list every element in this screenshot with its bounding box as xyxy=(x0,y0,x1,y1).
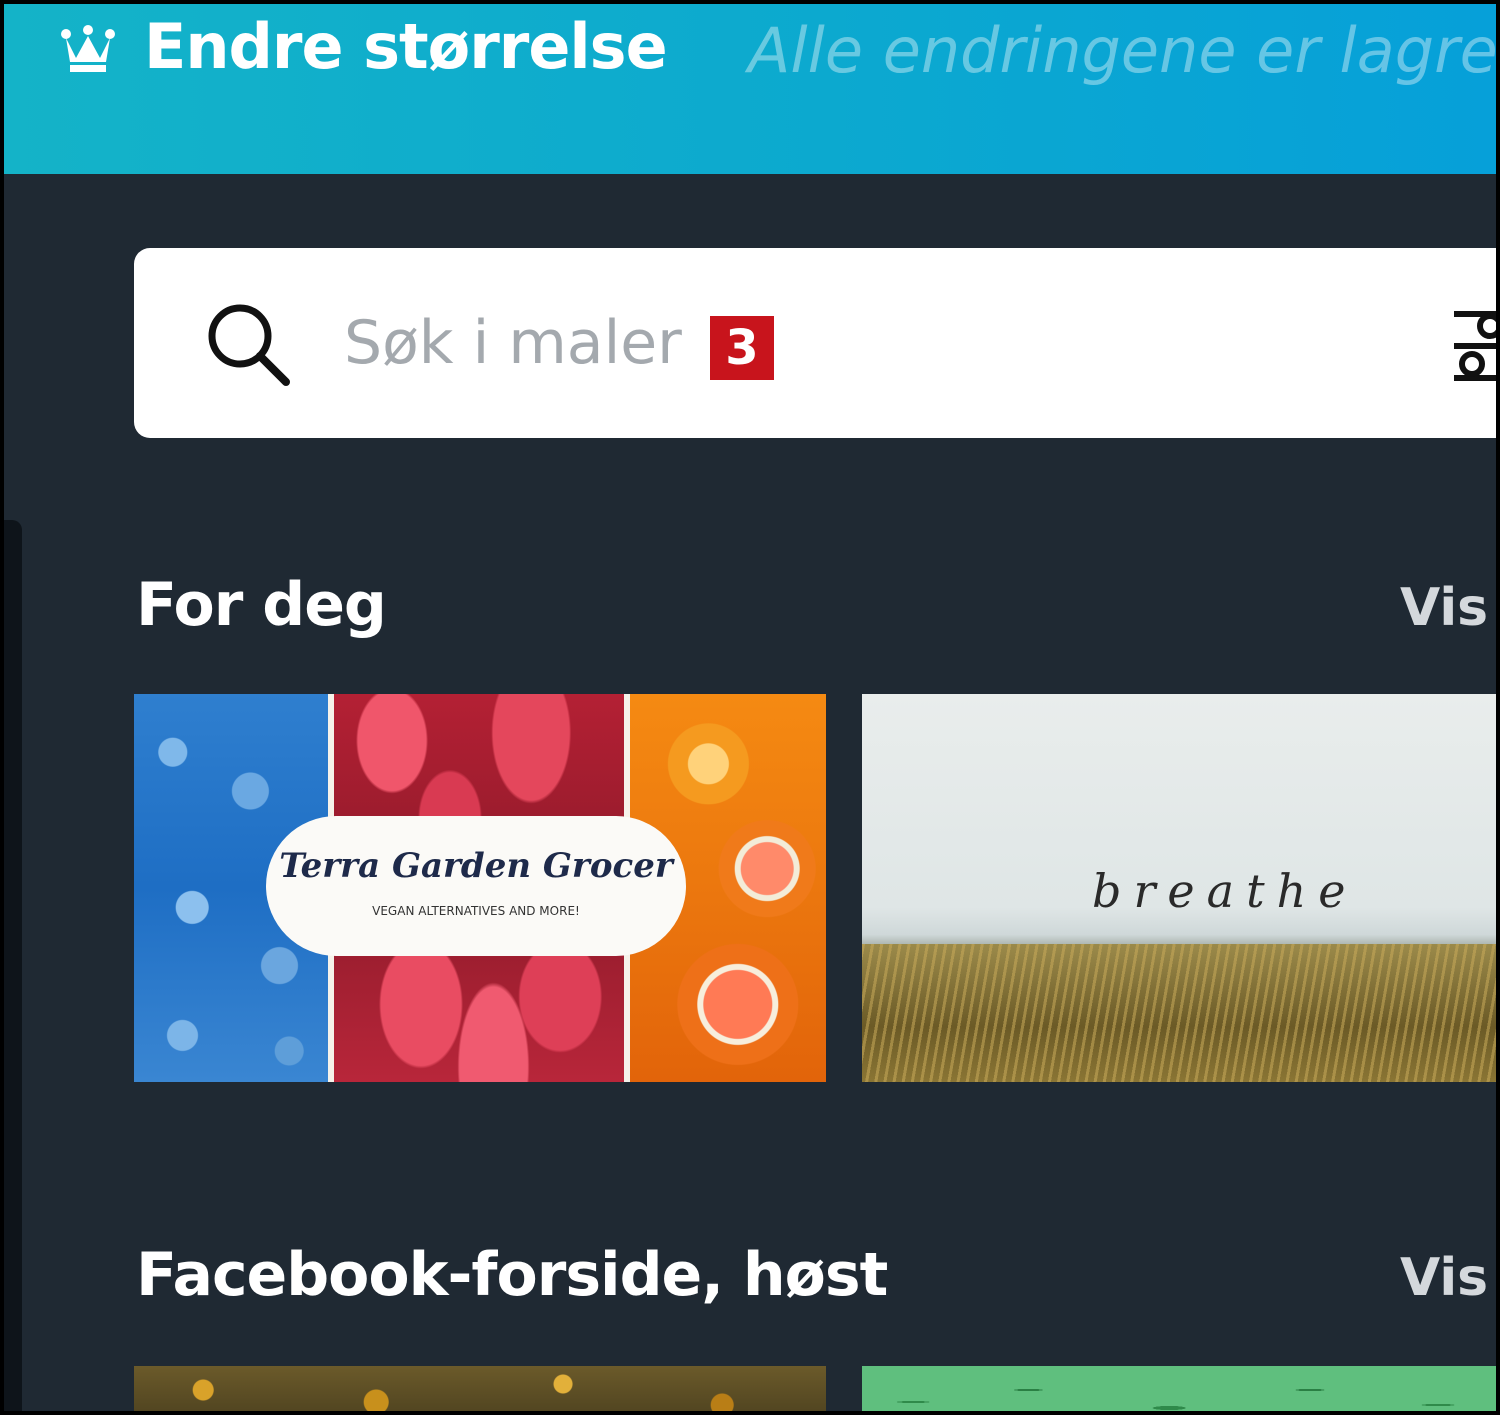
crown-icon xyxy=(61,25,115,72)
see-all-link[interactable]: Vis xyxy=(1400,1248,1488,1308)
section-title: Facebook-forside, høst xyxy=(136,1240,888,1310)
side-panel-edge xyxy=(4,520,22,1411)
template-card[interactable] xyxy=(862,1366,1496,1411)
template-search-bar[interactable]: 3 xyxy=(134,248,1500,438)
search-icon xyxy=(208,304,290,386)
card-title: Terra Garden Grocer xyxy=(279,846,673,886)
card-subtitle: VEGAN ALTERNATIVES AND MORE! xyxy=(372,904,580,918)
search-input[interactable] xyxy=(344,298,1244,388)
resize-button[interactable]: Endre størrelse xyxy=(144,10,668,83)
save-status: Alle endringene er lagret xyxy=(748,14,1500,87)
app-window: Endre størrelse Alle endringene er lagre… xyxy=(0,0,1500,1415)
template-card[interactable] xyxy=(134,1366,826,1411)
top-bar: Endre størrelse Alle endringene er lagre… xyxy=(4,4,1496,174)
template-card[interactable]: Terra Garden Grocer VEGAN ALTERNATIVES A… xyxy=(134,694,826,1082)
see-all-link[interactable]: Vis xyxy=(1400,578,1488,638)
card-title: breathe xyxy=(1092,864,1358,918)
card-label: Terra Garden Grocer VEGAN ALTERNATIVES A… xyxy=(266,816,686,956)
section-title: For deg xyxy=(136,570,387,640)
dune-grass-photo xyxy=(862,944,1496,1082)
filter-sliders-icon[interactable] xyxy=(1450,304,1500,388)
template-card[interactable]: breathe xyxy=(862,694,1496,1082)
step-badge: 3 xyxy=(710,316,774,380)
